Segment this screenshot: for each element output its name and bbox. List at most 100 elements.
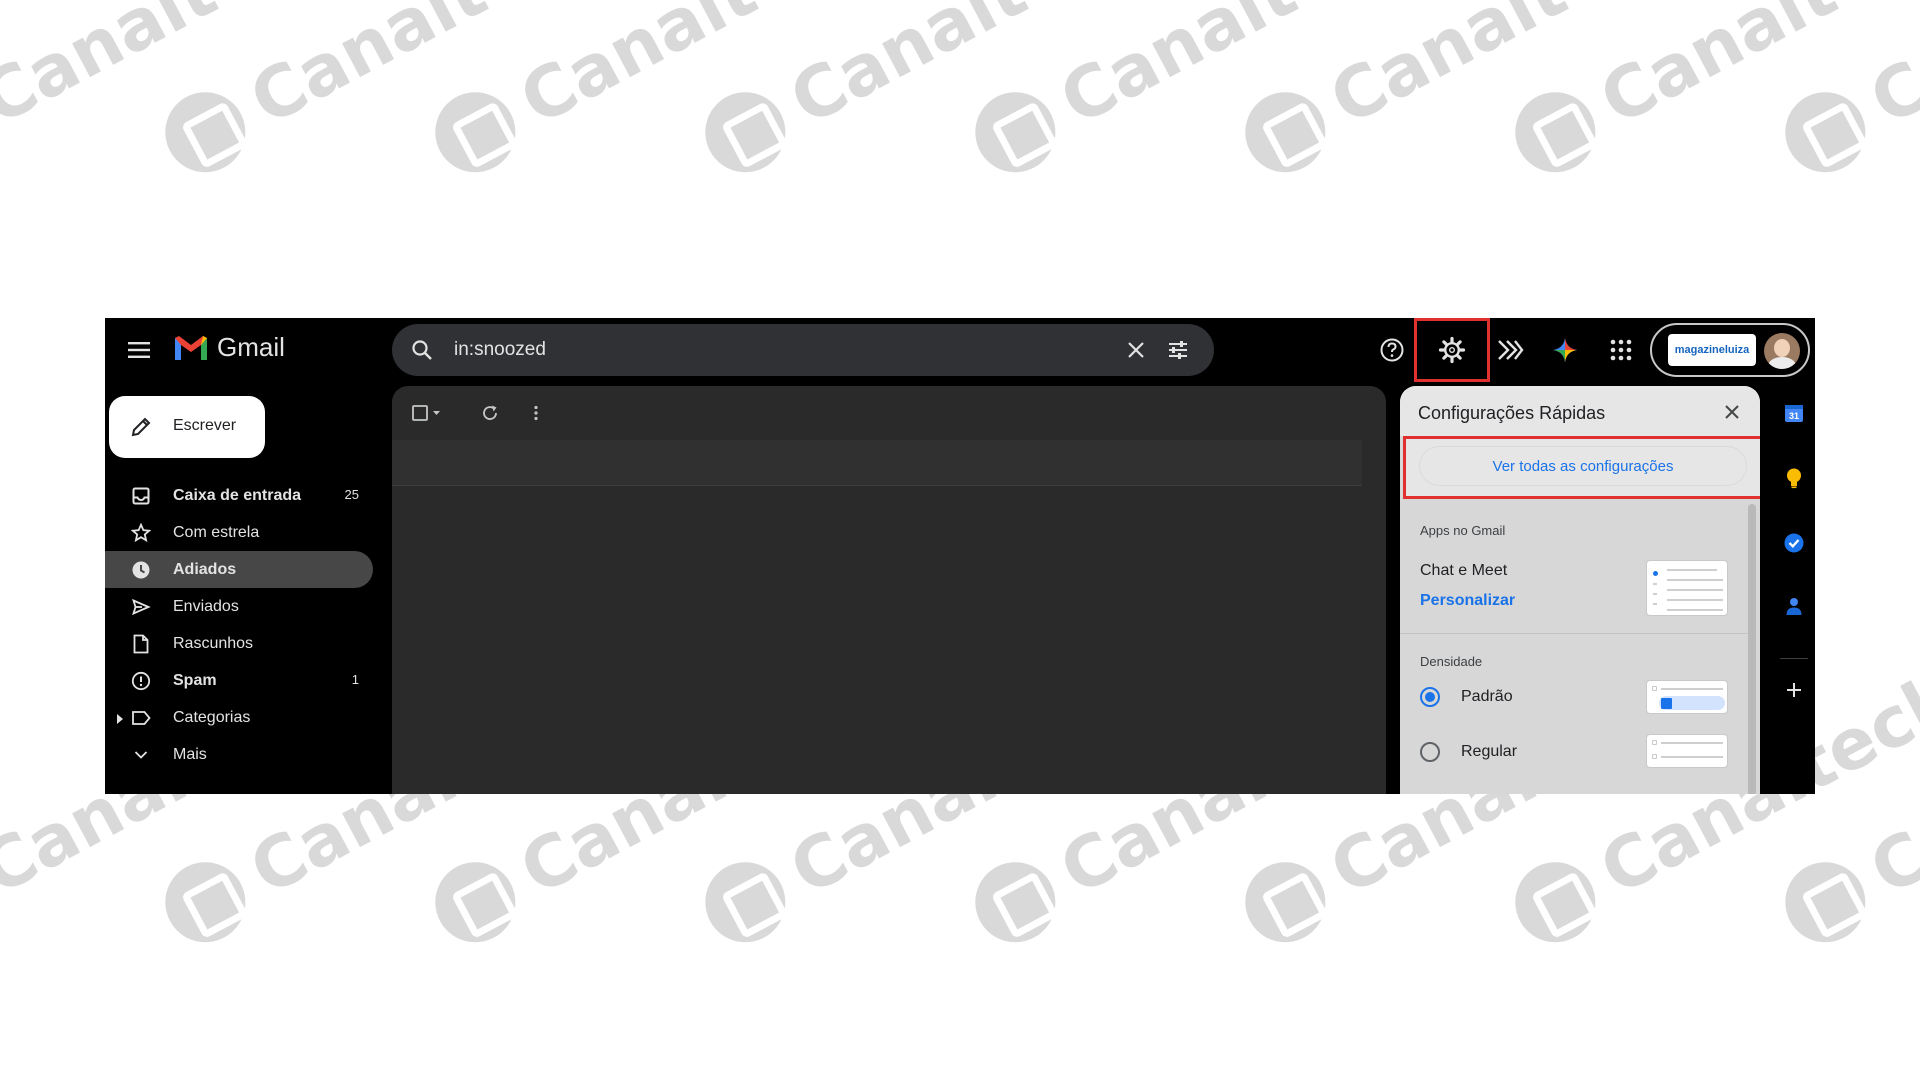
svg-text:31: 31 xyxy=(1789,411,1799,421)
density-regular-preview xyxy=(1646,734,1728,768)
main-menu-button[interactable] xyxy=(123,334,155,366)
close-quick-settings-button[interactable] xyxy=(1724,404,1740,425)
help-button[interactable] xyxy=(1376,334,1408,366)
keep-icon[interactable] xyxy=(1782,466,1806,490)
watermark-text: Canaltech xyxy=(1317,0,1702,142)
gemini-star-icon xyxy=(1553,338,1577,362)
list-header-bar xyxy=(392,440,1362,486)
sidebar-item-inbox[interactable]: Caixa de entrada 25 xyxy=(105,477,373,514)
gemini-button[interactable] xyxy=(1549,334,1581,366)
refresh-button[interactable] xyxy=(480,401,500,425)
settings-button[interactable] xyxy=(1436,334,1468,366)
watermark-logo-icon xyxy=(151,848,260,957)
report-icon xyxy=(131,671,151,691)
refresh-icon xyxy=(483,405,497,420)
watermark-logo-icon xyxy=(1771,848,1880,957)
sidebar-item-spam[interactable]: Spam 1 xyxy=(105,662,373,699)
pencil-icon xyxy=(129,415,153,444)
close-icon xyxy=(1725,405,1739,419)
close-icon xyxy=(1128,342,1144,358)
watermark-text: Canaltech xyxy=(1587,0,1920,142)
sidebar-item-label: Caixa de entrada xyxy=(173,487,302,504)
watermark: Canaltech xyxy=(1231,0,1702,187)
search-icon[interactable] xyxy=(410,338,434,367)
apps-section-title: Apps no Gmail xyxy=(1420,523,1506,538)
account-brand-logo: magazineluiza xyxy=(1668,334,1756,366)
search-bar[interactable]: in:snoozed xyxy=(392,324,1214,376)
radio-unselected-icon[interactable] xyxy=(1420,742,1440,762)
density-section-title: Densidade xyxy=(1420,654,1483,669)
density-default-preview xyxy=(1646,680,1728,714)
mail-list-panel xyxy=(392,386,1386,794)
calendar-icon[interactable]: 31 xyxy=(1782,401,1806,425)
draft-file-icon xyxy=(131,634,151,654)
sidebar-item-more[interactable]: Mais xyxy=(105,736,373,773)
sidebar-nav: Caixa de entrada 25 Com estrela Adiados … xyxy=(105,477,373,773)
gmail-m-icon xyxy=(175,335,207,360)
more-actions-button[interactable] xyxy=(532,401,540,425)
watermark: Canaltech xyxy=(421,0,892,187)
watermark-text: Canaltech xyxy=(237,0,622,142)
watermark: Canaltech xyxy=(1501,0,1920,187)
watermark-logo-icon xyxy=(421,848,530,957)
watermark-logo-icon xyxy=(961,78,1070,187)
watermark-text: Canaltech xyxy=(507,0,892,142)
watermark-logo-icon xyxy=(1501,78,1610,187)
unread-count: 1 xyxy=(351,672,359,687)
sidebar-item-starred[interactable]: Com estrela xyxy=(105,514,373,551)
apps-button[interactable] xyxy=(1605,334,1637,366)
clock-icon xyxy=(131,560,151,580)
checkbox-icon xyxy=(412,405,440,421)
side-panel-rail: 31 xyxy=(1773,386,1815,794)
section-divider xyxy=(1400,633,1748,634)
app-name: Gmail xyxy=(217,332,285,362)
compose-button[interactable]: Escrever xyxy=(109,396,265,458)
customize-link[interactable]: Personalizar xyxy=(1420,592,1515,610)
watermark: Canaltech xyxy=(691,0,1162,187)
search-options-button[interactable] xyxy=(1166,338,1190,367)
avatar[interactable] xyxy=(1764,333,1800,369)
density-option-default[interactable]: Padrão xyxy=(1420,682,1513,712)
watermark-text: Canaltech xyxy=(0,0,352,142)
sidebar-item-drafts[interactable]: Rascunhos xyxy=(105,625,373,662)
watermark-logo-icon xyxy=(691,848,800,957)
sidebar-item-label: Enviados xyxy=(173,598,239,615)
sidebar-item-label: Rascunhos xyxy=(173,635,254,652)
sidebar-item-sent[interactable]: Enviados xyxy=(105,588,373,625)
watermark: Canaltech xyxy=(1771,0,1920,187)
watermark-text: Canaltech xyxy=(1047,0,1432,142)
clear-search-button[interactable] xyxy=(1124,338,1148,367)
select-checkbox[interactable] xyxy=(412,401,442,425)
apps-grid-icon xyxy=(1610,339,1632,361)
watermark-logo-icon xyxy=(1231,848,1340,957)
contacts-icon[interactable] xyxy=(1782,594,1806,618)
activity-button[interactable] xyxy=(1494,334,1526,366)
see-all-settings-button[interactable]: Ver todas as configurações xyxy=(1419,446,1747,486)
add-addon-button[interactable] xyxy=(1782,678,1806,702)
density-option-regular[interactable]: Regular xyxy=(1420,737,1517,767)
watermark-text: Canaltech xyxy=(1857,654,1920,912)
chat-meet-label: Chat e Meet xyxy=(1420,562,1508,579)
gear-icon xyxy=(1438,336,1466,364)
account-switcher[interactable]: magazineluiza xyxy=(1650,323,1810,377)
watermark-logo-icon xyxy=(961,848,1070,957)
radio-selected-icon[interactable] xyxy=(1420,687,1440,707)
sidebar-item-categories[interactable]: Categorias xyxy=(105,699,373,736)
sidebar-item-snoozed[interactable]: Adiados xyxy=(105,551,373,588)
quick-settings-scrollbar[interactable] xyxy=(1748,504,1756,794)
density-option-label: Regular xyxy=(1461,743,1518,760)
watermark: Canaltech xyxy=(0,0,352,187)
watermark-logo-icon xyxy=(1231,78,1340,187)
tasks-icon[interactable] xyxy=(1782,531,1806,555)
search-input[interactable]: in:snoozed xyxy=(454,339,546,361)
quick-settings-header: Configurações Rápidas xyxy=(1400,386,1760,436)
expand-caret-icon[interactable] xyxy=(117,711,123,729)
compose-label: Escrever xyxy=(173,417,237,434)
unread-count: 25 xyxy=(344,487,359,502)
watermark: Canaltech xyxy=(961,0,1432,187)
watermark-logo-icon xyxy=(421,78,530,187)
gmail-logo[interactable]: Gmail xyxy=(173,332,285,363)
chat-meet-preview xyxy=(1646,560,1728,616)
list-toolbar xyxy=(392,386,1386,440)
plus-icon xyxy=(1787,683,1801,697)
